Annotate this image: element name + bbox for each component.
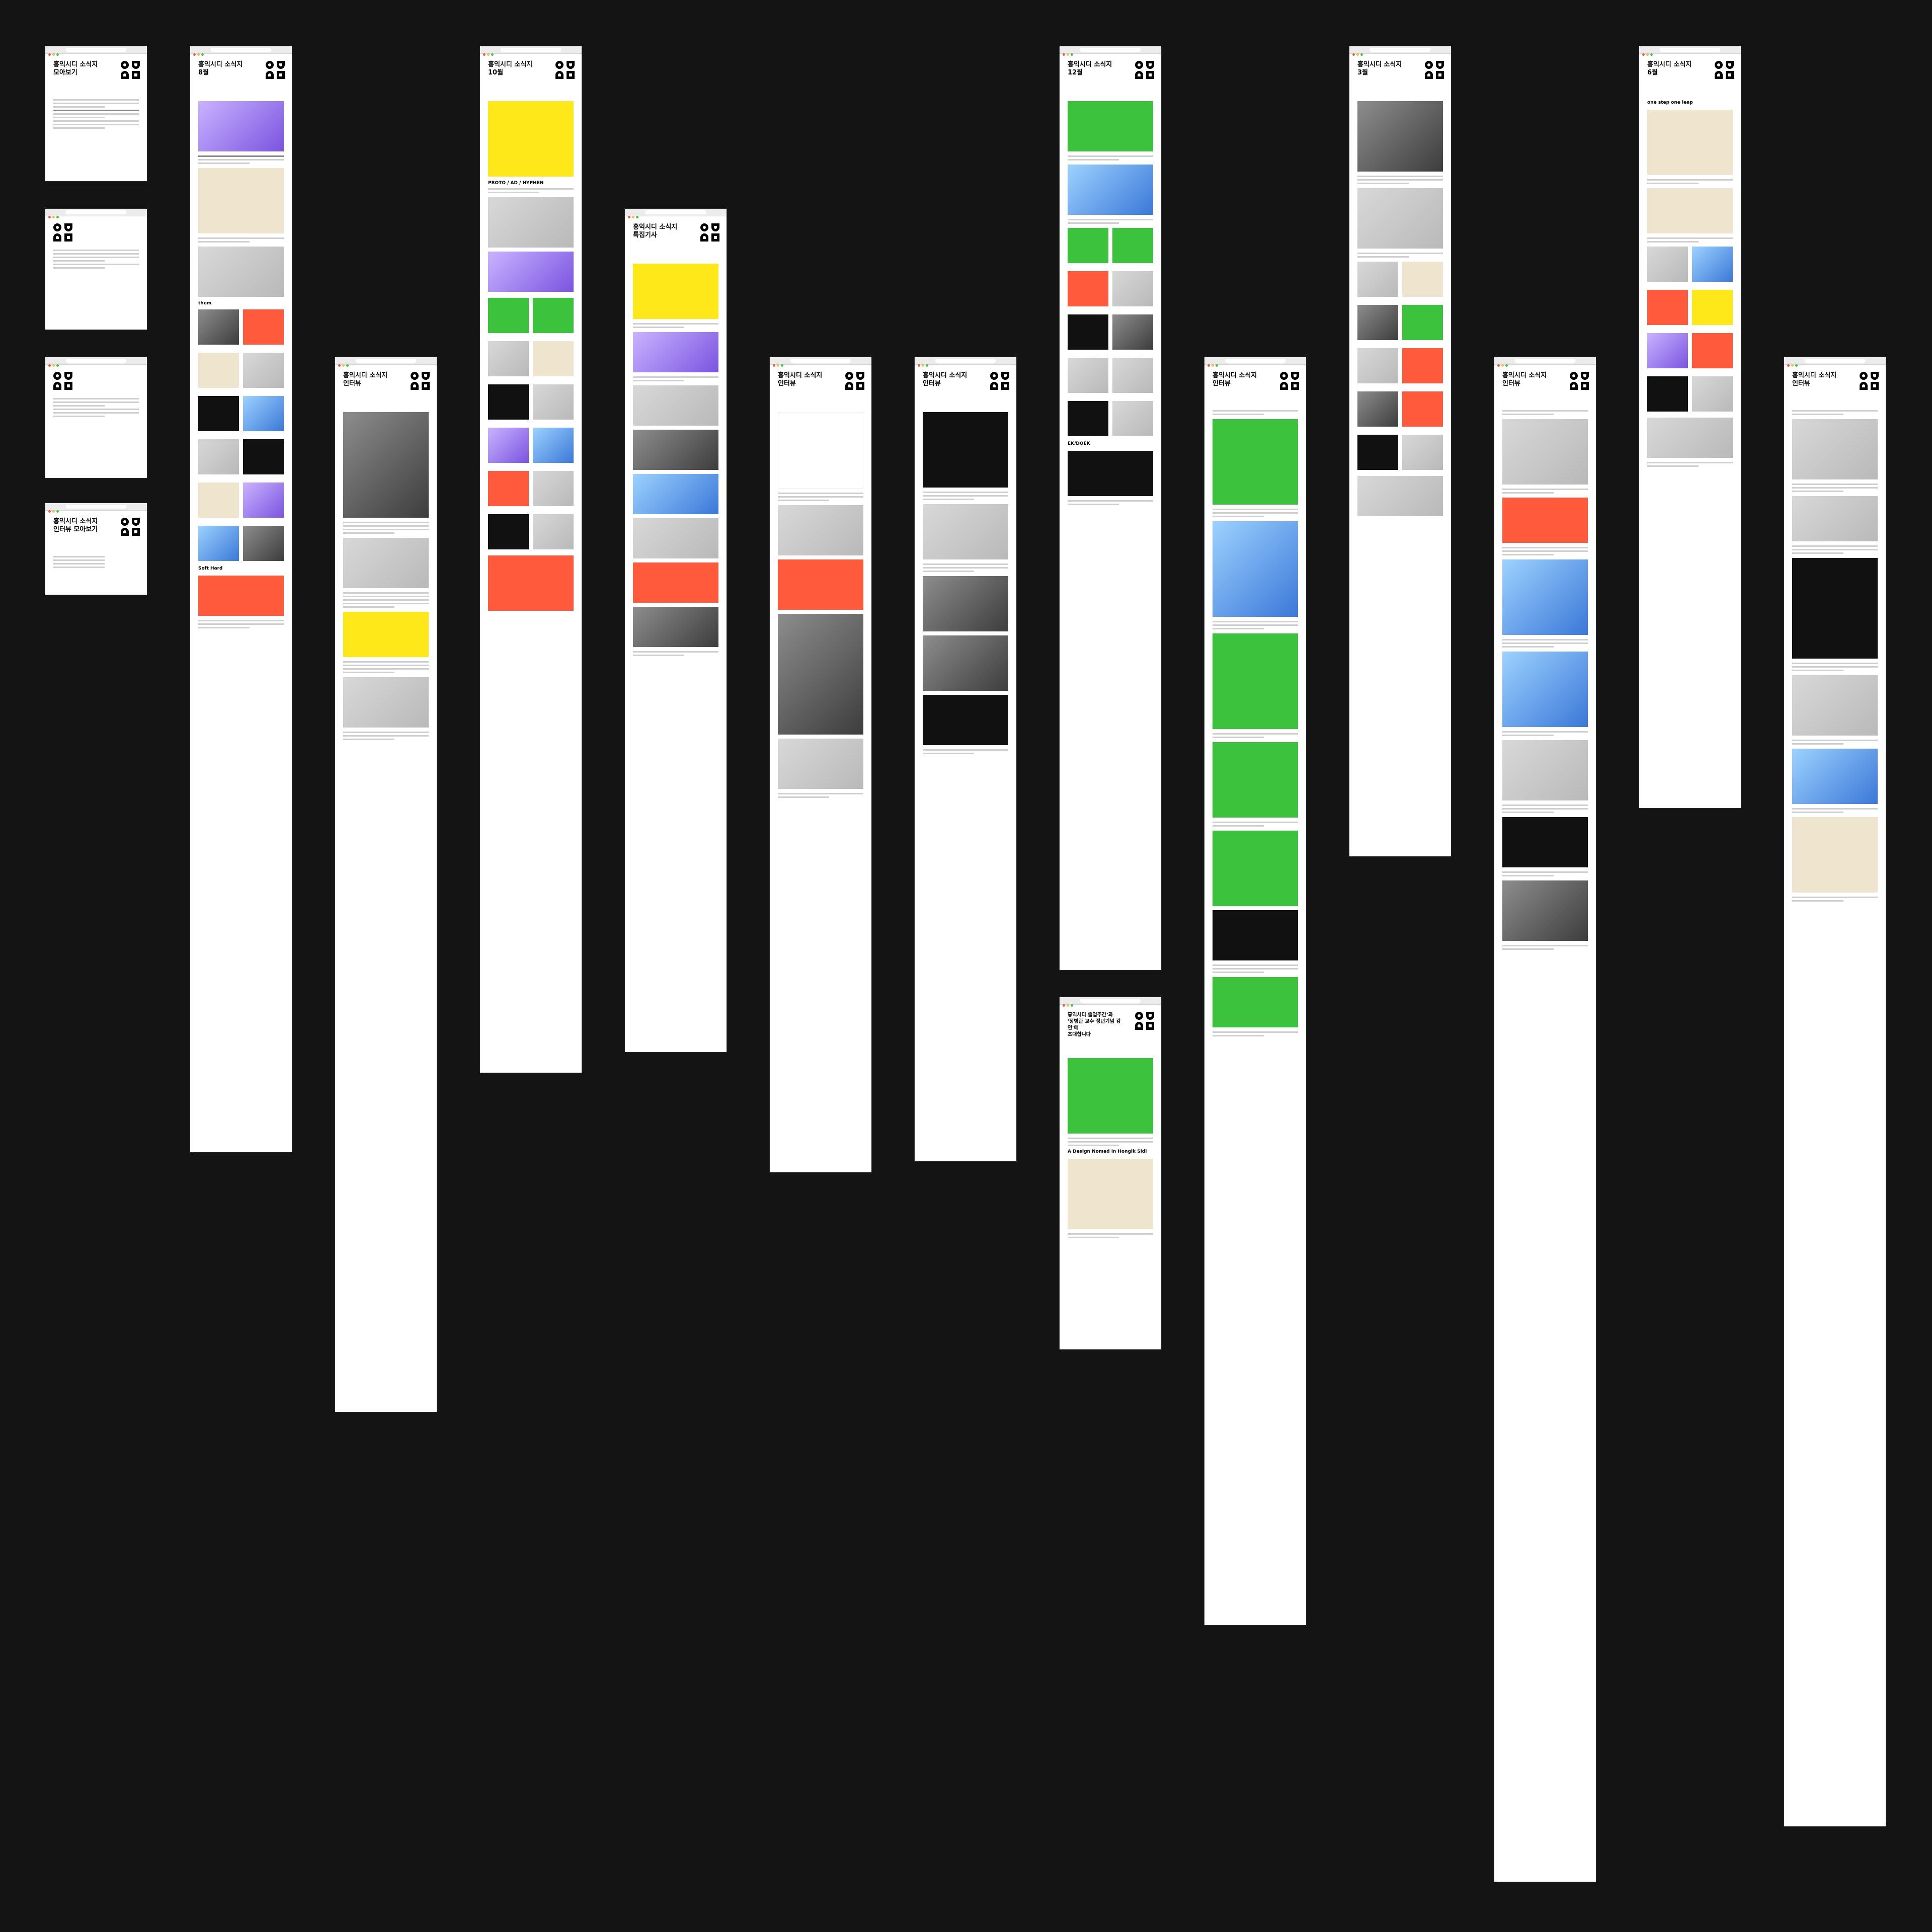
newsletter-window-small[interactable]: [45, 209, 147, 330]
browser-chrome: [45, 503, 147, 513]
card-heading: Soft Hard: [198, 566, 223, 571]
page-title: 홍익시디 소식지 인터뷰: [1792, 372, 1837, 387]
logo-icon: [845, 372, 865, 391]
page-title: 홍익시디 소식지 6월: [1647, 61, 1692, 76]
page-title: 홍익시디 소식지 인터뷰: [1213, 372, 1257, 387]
browser-chrome: [1204, 357, 1306, 367]
logo-icon: [1425, 61, 1445, 80]
card-heading: one step one leap: [1647, 100, 1693, 105]
page-title: 홍익시디 소식지 인터뷰 모아보기: [53, 518, 98, 533]
browser-chrome: [190, 46, 292, 56]
newsletter-window-small[interactable]: [45, 357, 147, 478]
card-heading: EK/DOEK: [1068, 441, 1090, 446]
newsletter-window-feature[interactable]: 홍익시디 소식지 특집기사: [625, 209, 727, 1052]
logo-icon: [555, 61, 576, 80]
card-heading: them: [198, 301, 212, 306]
logo-icon: [1280, 372, 1300, 391]
newsletter-window-invitation[interactable]: 홍익시디 졸업주간’과 '정병관 교수 정년기념 강연'에 초대합니다 A De…: [1060, 997, 1161, 1349]
newsletter-window-interview[interactable]: 홍익시디 소식지 인터뷰: [770, 357, 871, 1172]
browser-chrome: [335, 357, 437, 367]
logo-icon: [700, 223, 720, 243]
card-heading: PROTO / AD / HYPHEN: [488, 181, 544, 186]
page-title: 홍익시디 소식지 12월: [1068, 61, 1112, 76]
logo-icon: [1135, 1012, 1155, 1031]
page-title: 홍익시디 소식지 8월: [198, 61, 243, 76]
page-title: 홍익시디 소식지 모아보기: [53, 61, 98, 76]
browser-chrome: [480, 46, 582, 56]
browser-chrome: [1784, 357, 1886, 367]
logo-icon: [121, 518, 141, 537]
browser-chrome: [1494, 357, 1596, 367]
card-heading: A Design Nomad in Hongik Sidi: [1068, 1149, 1147, 1154]
page-title: 홍익시디 소식지 특집기사: [633, 223, 678, 239]
browser-chrome: [625, 209, 727, 218]
browser-chrome: [45, 357, 147, 367]
browser-chrome: [770, 357, 871, 367]
logo-icon: [121, 61, 141, 80]
page-title: 홍익시디 소식지 인터뷰: [1502, 372, 1547, 387]
browser-chrome: [1060, 46, 1161, 56]
newsletter-window-december[interactable]: 홍익시디 소식지 12월 EK/DOEK: [1060, 46, 1161, 970]
page-title: 홍익시디 소식지 인터뷰: [923, 372, 968, 387]
browser-chrome: [45, 209, 147, 218]
logo-icon: [1135, 61, 1155, 80]
page-title: 홍익시디 소식지 인터뷰: [778, 372, 823, 387]
page-title: 홍익시디 소식지 3월: [1357, 61, 1402, 76]
logo-icon: [1570, 372, 1590, 391]
logo-icon: [411, 372, 431, 391]
page-title: 홍익시디 졸업주간’과 '정병관 교수 정년기념 강연'에 초대합니다: [1068, 1012, 1121, 1037]
newsletter-window-interview[interactable]: 홍익시디 소식지 인터뷰: [915, 357, 1016, 1161]
newsletter-window-october[interactable]: 홍익시디 소식지 10월 PROTO / AD / HYPHEN: [480, 46, 582, 1073]
browser-chrome: [1349, 46, 1451, 56]
newsletter-window-march[interactable]: 홍익시디 소식지 3월: [1349, 46, 1451, 856]
logo-icon: [1860, 372, 1880, 391]
logo-icon: [990, 372, 1010, 391]
newsletter-window-august[interactable]: 홍익시디 소식지 8월 them Soft Hard: [190, 46, 292, 1152]
page-title: 홍익시디 소식지 10월: [488, 61, 533, 76]
newsletter-window-archive[interactable]: 홍익시디 소식지 모아보기: [45, 46, 147, 181]
newsletter-window-interview-archive[interactable]: 홍익시디 소식지 인터뷰 모아보기: [45, 503, 147, 595]
newsletter-window-interview[interactable]: 홍익시디 소식지 인터뷰: [1784, 357, 1886, 1826]
newsletter-window-interview[interactable]: 홍익시디 소식지 인터뷰: [1204, 357, 1306, 1625]
logo-icon: [53, 223, 73, 243]
newsletter-window-interview[interactable]: 홍익시디 소식지 인터뷰: [335, 357, 437, 1412]
browser-chrome: [1639, 46, 1741, 56]
browser-chrome: [915, 357, 1016, 367]
browser-chrome: [45, 46, 147, 56]
logo-icon: [266, 61, 286, 80]
newsletter-window-interview[interactable]: 홍익시디 소식지 인터뷰: [1494, 357, 1596, 1882]
logo-icon: [1715, 61, 1735, 80]
logo-icon: [53, 372, 73, 391]
desktop-canvas: { "windows": [ {"id":"w1","title":"홍익시디 …: [0, 0, 1932, 1932]
page-title: 홍익시디 소식지 인터뷰: [343, 372, 388, 387]
browser-chrome: [1060, 997, 1161, 1007]
newsletter-window-june[interactable]: 홍익시디 소식지 6월 one step one leap: [1639, 46, 1741, 808]
